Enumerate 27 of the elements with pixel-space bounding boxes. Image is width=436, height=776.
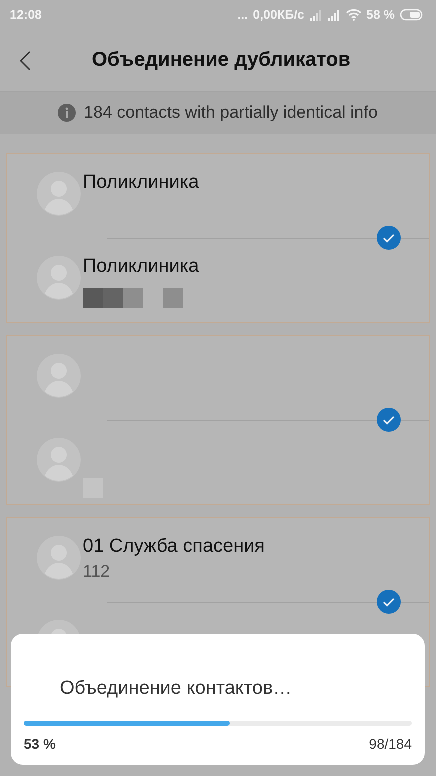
avatar-icon [37,438,81,482]
back-icon [20,50,32,70]
progress-message: Объединение контактов… [60,678,294,700]
checkbox[interactable] [377,408,401,432]
contact-name: 01 Служба спасения [83,536,265,558]
avatar-icon [37,172,81,216]
contact-name: Поликлиника [83,172,200,194]
clock: 12:08 [10,8,42,22]
avatar-icon [37,354,81,398]
contact-phone: 112 [83,562,112,582]
info-icon [58,104,76,122]
avatar-icon [37,256,81,300]
page-title: Объединение дубликатов [92,49,351,72]
info-text: 184 contacts with partially identical info [84,103,378,123]
battery-icon [400,9,424,21]
signal-icon [310,10,322,20]
contact-name: Поликлиника [83,256,200,278]
checkbox[interactable] [377,226,401,250]
battery-percent: 58 % [366,8,395,22]
avatar-icon [37,536,81,580]
wifi-icon [346,9,362,21]
more-dots: ... [238,8,248,22]
checkbox[interactable] [377,590,401,614]
progress-percent: 53 % [24,736,56,752]
signal-icon [328,10,340,20]
network-speed: 0,00КБ/с [253,8,304,22]
progress-count: 98/184 [369,736,412,752]
